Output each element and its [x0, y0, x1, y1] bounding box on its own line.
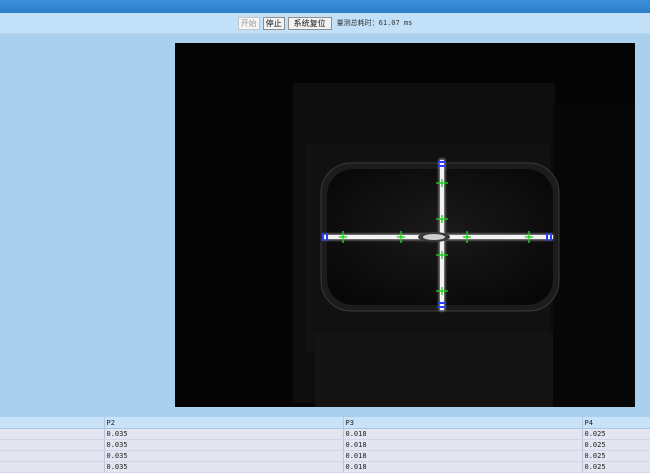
table-cell: 0.018 [343, 428, 583, 440]
table-cell: 0.018 [343, 450, 583, 462]
results-table: P2 P3 P4 0.035 0.018 0.025 0.035 0.018 0… [0, 417, 650, 473]
title-bar [0, 0, 650, 13]
camera-image [175, 43, 635, 407]
table-cell: 0.035 [104, 450, 344, 462]
table-row[interactable]: 0.035 0.018 0.025 [0, 450, 650, 462]
toolbar: 开始 停止 系统复位 量测总耗时：61.07 ms [0, 13, 650, 34]
column-header-p2: P2 [104, 417, 344, 429]
system-reset-button[interactable]: 系统复位 [287, 16, 332, 30]
column-header [0, 417, 105, 429]
table-cell: 0.025 [582, 450, 650, 462]
table-cell: 0.025 [582, 461, 650, 473]
table-cell [0, 428, 105, 440]
table-cell: 0.025 [582, 428, 650, 440]
table-cell: 0.025 [582, 439, 650, 451]
table-cell: 0.018 [343, 439, 583, 451]
measurement-time-label: 量测总耗时：61.07 ms [336, 19, 413, 27]
column-header-p4: P4 [582, 417, 650, 429]
table-row[interactable]: 0.035 0.018 0.025 [0, 461, 650, 473]
table-cell: 0.035 [104, 428, 344, 440]
table-cell: 0.035 [104, 461, 344, 473]
table-header-row: P2 P3 P4 [0, 417, 650, 429]
table-row[interactable]: 0.035 0.018 0.025 [0, 439, 650, 451]
table-cell: 0.035 [104, 439, 344, 451]
table-cell [0, 461, 105, 473]
start-button[interactable]: 开始 [237, 16, 260, 30]
table-cell [0, 439, 105, 451]
column-header-p3: P3 [343, 417, 583, 429]
camera-image-viewer[interactable] [175, 43, 635, 407]
results-table-container[interactable]: P2 P3 P4 0.035 0.018 0.025 0.035 0.018 0… [0, 417, 650, 473]
table-cell [0, 450, 105, 462]
table-row[interactable]: 0.035 0.018 0.025 [0, 428, 650, 440]
stop-button[interactable]: 停止 [262, 16, 285, 30]
table-cell: 0.018 [343, 461, 583, 473]
